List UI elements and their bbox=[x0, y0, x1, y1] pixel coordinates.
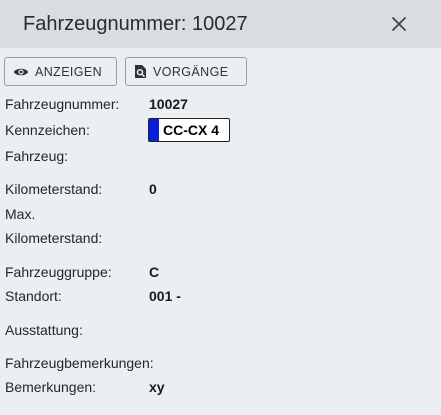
document-search-icon bbox=[134, 64, 147, 79]
show-button[interactable]: ANZEIGEN bbox=[4, 57, 117, 86]
close-button[interactable] bbox=[387, 12, 411, 36]
vehicle-remarks-label: Fahrzeugbemerkungen: bbox=[5, 355, 154, 371]
license-plate: CC-CX 4 bbox=[148, 118, 230, 142]
close-icon bbox=[392, 17, 406, 31]
plate-label-line1: Kennzeichen: bbox=[5, 122, 90, 138]
procedures-button-label: VORGÄNGE bbox=[153, 64, 229, 79]
max-mileage-label-line2: Kilometerstand: bbox=[5, 230, 103, 246]
show-button-label: ANZEIGEN bbox=[35, 64, 103, 79]
plate-label-line2: Fahrzeug: bbox=[5, 148, 69, 164]
location-label: Standort: bbox=[5, 288, 62, 304]
vehicle-group-value: C bbox=[149, 264, 160, 280]
vehicle-group-label: Fahrzeuggruppe: bbox=[5, 264, 112, 280]
location-value: 001 - bbox=[149, 288, 181, 304]
plate-value: CC-CX 4 bbox=[163, 122, 220, 138]
dialog-header: Fahrzeugnummer: 10027 bbox=[0, 0, 441, 48]
eye-icon bbox=[13, 66, 29, 78]
mileage-value: 0 bbox=[149, 181, 157, 197]
procedures-button[interactable]: VORGÄNGE bbox=[125, 57, 247, 86]
vehicle-number-label: Fahrzeugnummer: bbox=[5, 96, 120, 112]
mileage-label: Kilometerstand: bbox=[5, 181, 103, 197]
remarks-label: Bemerkungen: bbox=[5, 379, 97, 395]
plate-country-strip bbox=[149, 119, 159, 141]
max-mileage-label-line1: Max. bbox=[5, 206, 36, 222]
equipment-label: Ausstattung: bbox=[5, 322, 83, 338]
dialog-title: Fahrzeugnummer: 10027 bbox=[23, 13, 248, 35]
remarks-value: xy bbox=[149, 379, 165, 395]
vehicle-number-value: 10027 bbox=[149, 96, 188, 112]
